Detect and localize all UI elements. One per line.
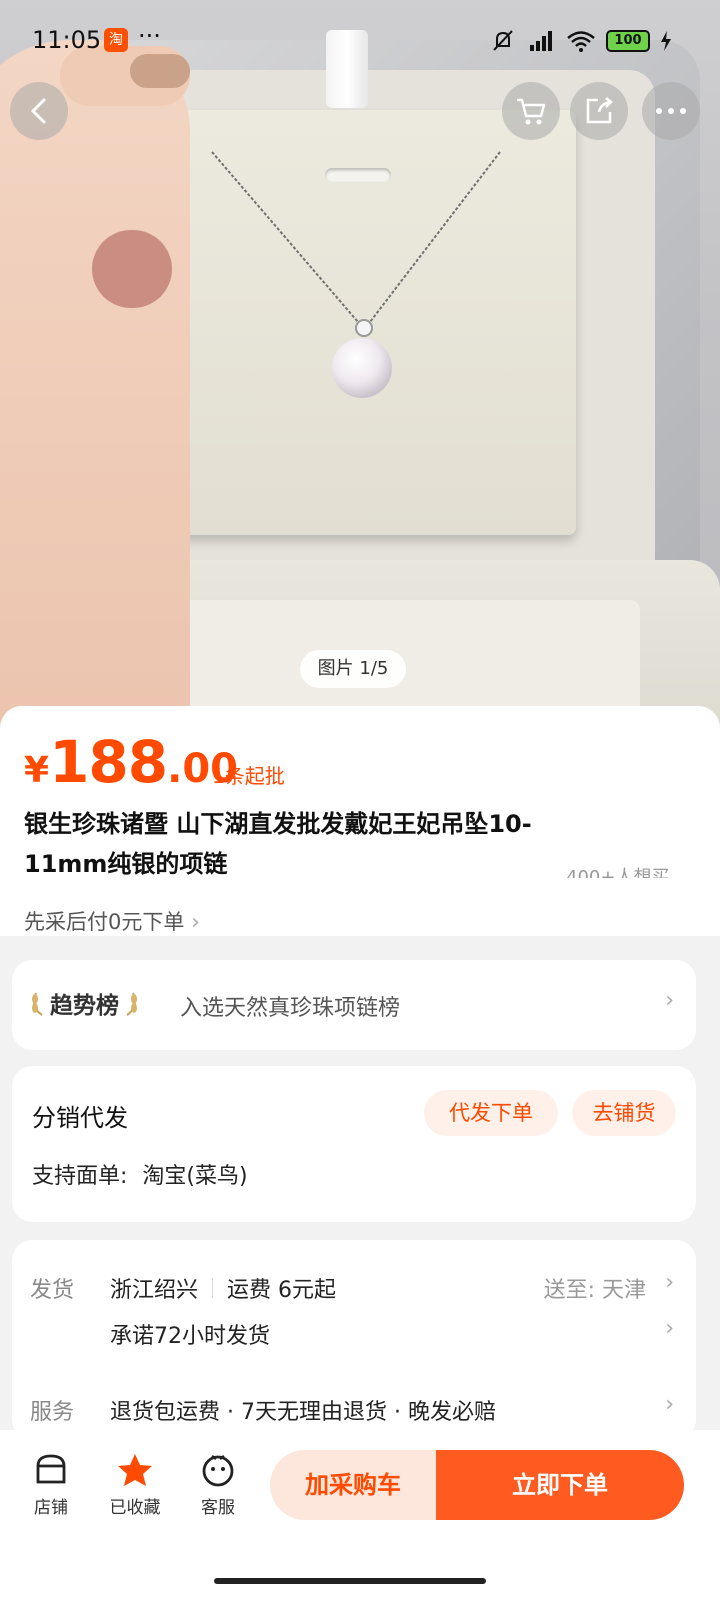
chevron-right-icon: ›: [665, 1392, 674, 1417]
cart-button[interactable]: [502, 82, 560, 140]
ship-destination[interactable]: 送至: 天津: [544, 1272, 646, 1304]
product-title: 银生珍珠诸暨 山下湖直发批发戴妃王妃吊坠10-11mm纯银的项链: [24, 810, 532, 878]
trend-title: 趋势榜: [50, 993, 119, 1019]
ship-promise[interactable]: 承诺72小时发货: [110, 1318, 270, 1350]
dropship-order-button[interactable]: 代发下单: [424, 1090, 558, 1136]
shipping-service-card: 发货 浙江绍兴 运费 6元起 送至: 天津 › 承诺72小时发货 › 服务 退货…: [12, 1240, 696, 1440]
chevron-right-icon: ›: [665, 1316, 674, 1341]
more-dots-icon: [656, 108, 686, 114]
taobao-icon: 淘: [104, 28, 128, 52]
battery-icon: 100: [606, 30, 650, 52]
divider: [212, 1278, 214, 1298]
service-label: 服务: [30, 1400, 75, 1425]
status-bar: 11:05 淘 ··· 100: [0, 0, 720, 84]
chevron-right-icon: ›: [665, 1270, 674, 1295]
shipping-label: 发货: [30, 1278, 75, 1303]
home-indicator[interactable]: [214, 1578, 486, 1584]
price-integer: 188: [49, 728, 168, 796]
store-label: 店铺: [34, 1498, 68, 1518]
customer-service-icon: [202, 1455, 234, 1487]
status-icons: 100: [490, 28, 672, 54]
share-icon: [586, 97, 613, 124]
customer-service-label: 客服: [201, 1498, 235, 1518]
charging-icon: [661, 31, 671, 51]
add-to-purchase-cart-button[interactable]: 加采购车: [270, 1450, 436, 1520]
chevron-right-icon: ›: [665, 988, 674, 1013]
waybill-value: 淘宝(菜鸟): [142, 1164, 248, 1189]
laurel-right-icon: [126, 992, 137, 1016]
cart-icon: [517, 98, 546, 125]
store-tab[interactable]: 店铺: [16, 1452, 86, 1518]
laurel-left-icon: [32, 992, 43, 1016]
waybill-label: 支持面单:: [32, 1164, 128, 1189]
signal-icon: [530, 31, 552, 51]
shipping-fee: 运费 6元起: [227, 1278, 337, 1303]
favorite-tab[interactable]: 已收藏: [100, 1452, 170, 1518]
chevron-right-icon: ›: [191, 910, 200, 935]
distribution-title: 分销代发: [32, 1104, 128, 1132]
min-order-quantity: 1条起批: [212, 764, 285, 788]
shipping-info[interactable]: 浙江绍兴 运费 6元起: [110, 1272, 336, 1304]
service-list[interactable]: 退货包运费 · 7天无理由退货 · 晚发必赔: [110, 1394, 496, 1426]
share-button[interactable]: [570, 82, 628, 140]
customer-service-tab[interactable]: 客服: [183, 1452, 253, 1518]
ship-origin: 浙江绍兴: [110, 1278, 199, 1303]
trend-description: 入选天然真珍珠项链榜: [180, 996, 401, 1021]
pay-later-link[interactable]: 先采后付0元下单 ›: [24, 906, 200, 936]
wifi-icon: [567, 31, 595, 52]
star-filled-icon: [118, 1454, 152, 1486]
back-arrow-icon: [30, 98, 46, 124]
finger-nail: [92, 230, 172, 308]
wishlist-count: 400+人想买: [566, 867, 670, 878]
trend-ranking-card[interactable]: 趋势榜 入选天然真珍珠项链榜 ›: [12, 960, 696, 1050]
status-time: 11:05: [32, 26, 102, 54]
image-pager[interactable]: 图片 1/5: [300, 650, 406, 688]
store-icon: [36, 1454, 66, 1484]
list-product-button[interactable]: 去铺货: [572, 1090, 676, 1136]
more-button[interactable]: [642, 82, 700, 140]
back-button[interactable]: [10, 82, 68, 140]
price: ¥188.00: [24, 728, 238, 796]
mute-icon: [493, 30, 513, 51]
favorite-label: 已收藏: [109, 1498, 161, 1518]
hand: [0, 40, 190, 760]
pay-later-label: 先采后付0元下单: [24, 910, 185, 934]
currency-symbol: ¥: [24, 750, 50, 791]
more-notifications-icon: ···: [138, 22, 161, 50]
buy-now-button[interactable]: 立即下单: [436, 1450, 684, 1520]
